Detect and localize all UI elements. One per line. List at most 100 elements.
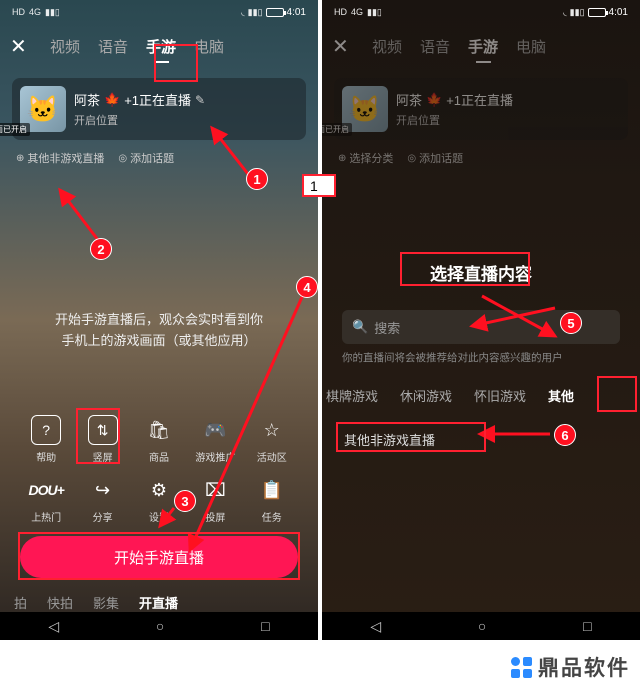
back-icon[interactable]: ◁ (48, 618, 59, 635)
btab-album[interactable]: 影集 (93, 593, 119, 612)
cat-board[interactable]: 棋牌游戏 (326, 386, 378, 405)
back-icon[interactable]: ◁ (370, 618, 381, 635)
avatar-tag: 截图封面已开启 (0, 123, 30, 136)
room-suffix: +1正在直播 (124, 90, 191, 109)
tab-voice[interactable]: 语音 (420, 36, 450, 57)
system-navbar: ◁ ○ □ (0, 612, 318, 640)
room-name: 阿茶 (74, 90, 100, 109)
tab-pc[interactable]: 电脑 (516, 36, 546, 57)
cell-icon: ▮▮▯ (570, 7, 585, 18)
globe-icon: ⊕ (338, 153, 346, 164)
cat-casual[interactable]: 休闲游戏 (400, 386, 452, 405)
top-nav: ✕ 视频 语音 手游 电脑 (322, 24, 640, 68)
tool-dou[interactable]: DOU+上热门 (21, 475, 71, 524)
clock: 4:01 (609, 7, 628, 18)
brand-text: 鼎品软件 (538, 652, 630, 682)
room-title[interactable]: 阿茶 🍁 +1正在直播 (396, 90, 620, 109)
target-icon: ◎ (407, 153, 416, 164)
modal-title: 选择直播内容 (322, 260, 640, 285)
home-icon[interactable]: ○ (478, 618, 486, 634)
net-icon: 4G (29, 7, 41, 17)
close-icon[interactable]: ✕ (332, 34, 354, 59)
wifi-icon: ◟ (241, 7, 245, 18)
category-item-other-nongame[interactable]: 其他非游戏直播 (344, 430, 435, 449)
room-title[interactable]: 阿茶 🍁 +1正在直播 ✎ (74, 90, 298, 109)
signal-icon: ▮▮▯ (367, 7, 382, 18)
cat-retro[interactable]: 怀旧游戏 (474, 386, 526, 405)
tool-row-2: DOU+上热门 ↪分享 ⚙设置 ⌧投屏 📋任务 (0, 475, 318, 524)
clipboard-icon: 📋 (257, 475, 287, 505)
battery-icon (266, 8, 284, 17)
category-tabs: 棋牌游戏 休闲游戏 怀旧游戏 其他 (322, 386, 640, 405)
brand-logo-icon (511, 657, 532, 678)
btab-shoot[interactable]: 拍 (14, 593, 27, 612)
tool-activity[interactable]: ☆活动区 (247, 415, 297, 464)
tab-voice[interactable]: 语音 (98, 36, 128, 57)
tag-row: ⊕选择分类 ◎添加话题 (322, 146, 640, 170)
tool-gamepromo[interactable]: 🎮游戏推广 (190, 415, 240, 464)
dou-icon: DOU+ (31, 475, 61, 505)
tool-row-1: ?帮助 ⇅竖屏 🛍商品 🎮游戏推广 ☆活动区 (0, 415, 318, 464)
search-placeholder: 搜索 (374, 318, 400, 337)
share-icon: ↪ (88, 475, 118, 505)
home-icon[interactable]: ○ (156, 618, 164, 634)
room-subtitle[interactable]: 开启位置 (74, 112, 298, 128)
star-icon: ☆ (257, 415, 287, 445)
room-card[interactable]: 🐱 截图封面已开启 阿茶 🍁 +1正在直播 ✎ 开启位置 (12, 78, 306, 140)
tab-video[interactable]: 视频 (50, 36, 80, 57)
hd-icon: HD (12, 7, 25, 17)
watermark: 鼎品软件 (511, 652, 630, 682)
recent-icon[interactable]: □ (261, 618, 269, 634)
room-suffix: +1正在直播 (446, 90, 513, 109)
tab-pc[interactable]: 电脑 (194, 36, 224, 57)
globe-icon: ⊕ (16, 153, 24, 164)
avatar-tag: 截图封面已开启 (322, 123, 352, 136)
close-icon[interactable]: ✕ (10, 34, 32, 59)
tool-product[interactable]: 🛍商品 (134, 415, 184, 464)
status-bar: HD 4G ▮▮▯ ◟ ▮▮▯ 4:01 (0, 0, 318, 24)
tool-settings[interactable]: ⚙设置 (134, 475, 184, 524)
net-icon: 4G (351, 7, 363, 17)
help-icon: ? (31, 415, 61, 445)
search-input[interactable]: 🔍 搜索 (342, 310, 620, 344)
btab-live[interactable]: 开直播 (139, 593, 178, 612)
gamepad-icon: 🎮 (200, 415, 230, 445)
tool-help[interactable]: ?帮助 (21, 415, 71, 464)
system-navbar: ◁ ○ □ (322, 612, 640, 640)
tab-mobilegame[interactable]: 手游 (146, 36, 176, 57)
tab-mobilegame[interactable]: 手游 (468, 36, 498, 57)
tool-share[interactable]: ↪分享 (78, 475, 128, 524)
room-card[interactable]: 🐱 截图封面已开启 阿茶 🍁 +1正在直播 开启位置 (334, 78, 628, 140)
room-subtitle[interactable]: 开启位置 (396, 112, 620, 128)
gear-icon: ⚙ (144, 475, 174, 505)
cast-icon: ⌧ (200, 475, 230, 505)
portrait-icon: ⇅ (88, 415, 118, 445)
start-stream-button[interactable]: 开始手游直播 (20, 536, 298, 578)
recent-icon[interactable]: □ (583, 618, 591, 634)
clock: 4:01 (287, 7, 306, 18)
phone-left: HD 4G ▮▮▯ ◟ ▮▮▯ 4:01 ✕ 视频 语音 手游 电脑 🐱 截图封… (0, 0, 318, 640)
signal-icon: ▮▮▯ (45, 7, 60, 18)
badge-icon: 🍁 (426, 92, 442, 108)
bag-icon: 🛍 (144, 415, 174, 445)
category-chip[interactable]: ⊕选择分类 (338, 150, 393, 166)
tag-row: ⊕其他非游戏直播 ◎添加话题 (0, 146, 318, 170)
phone-right: HD 4G ▮▮▯ ◟ ▮▮▯ 4:01 ✕ 视频 语音 手游 电脑 🐱 截图封… (322, 0, 640, 640)
anno-step-box: 1 (302, 174, 336, 197)
topic-chip[interactable]: ◎添加话题 (118, 150, 174, 166)
bottom-tabs: 拍 快拍 影集 开直播 (0, 593, 318, 612)
badge-icon: 🍁 (104, 92, 120, 108)
btab-quick[interactable]: 快拍 (47, 593, 73, 612)
tool-cast[interactable]: ⌧投屏 (190, 475, 240, 524)
tool-orientation[interactable]: ⇅竖屏 (78, 415, 128, 464)
category-chip[interactable]: ⊕其他非游戏直播 (16, 150, 104, 166)
cell-icon: ▮▮▯ (248, 7, 263, 18)
topic-chip[interactable]: ◎添加话题 (407, 150, 463, 166)
top-nav: ✕ 视频 语音 手游 电脑 (0, 24, 318, 68)
edit-icon[interactable]: ✎ (195, 93, 205, 107)
tab-video[interactable]: 视频 (372, 36, 402, 57)
tool-task[interactable]: 📋任务 (247, 475, 297, 524)
search-icon: 🔍 (352, 319, 368, 335)
cat-other[interactable]: 其他 (548, 386, 574, 405)
battery-icon (588, 8, 606, 17)
